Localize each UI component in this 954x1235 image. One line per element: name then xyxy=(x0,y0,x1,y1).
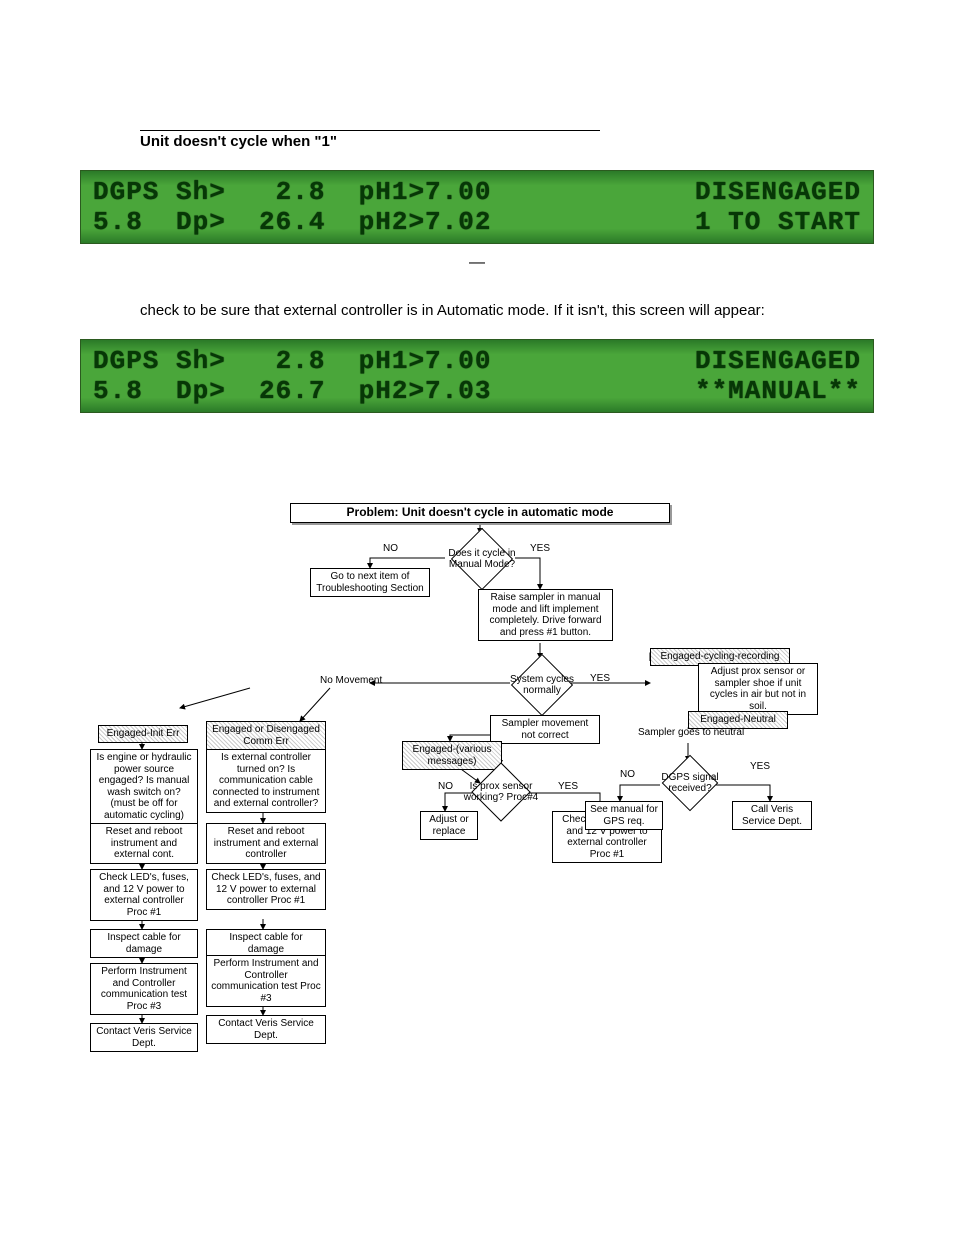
inspect-cable-2-box: Inspect cable for damage xyxy=(206,929,326,958)
lcd1-status2: 1 TO START xyxy=(695,207,861,237)
label-yes: YES xyxy=(530,543,550,555)
reset-reboot-ctrl-box: Reset and reboot instrument and external… xyxy=(206,823,326,864)
call-veris-box: Call Veris Service Dept. xyxy=(732,801,812,830)
label-no-prox: NO xyxy=(438,781,453,793)
lcd2-status1: DISENGAGED xyxy=(695,346,861,376)
lcd1-line2: 5.8 Dp> 26.4 pH2>7.02 xyxy=(93,207,491,237)
perform-test-2-box: Perform Instrument and Controller commun… xyxy=(206,955,326,1007)
engaged-comm-box: Engaged or Disengaged Comm Err xyxy=(206,721,326,750)
decision-dgps: DGPS signal received? xyxy=(662,755,719,812)
lcd-screen-1: DGPS Sh> 2.8 pH1>7.00 5.8 Dp> 26.4 pH2>7… xyxy=(80,170,874,244)
inspect-cable-1-box: Inspect cable for damage xyxy=(90,929,198,958)
title-rule: Unit doesn't cycle when "1" xyxy=(140,130,600,150)
engaged-neutral-box: Engaged-Neutral xyxy=(688,711,788,729)
adjust-prox-air-box: Adjust prox sensor or sampler shoe if un… xyxy=(698,663,818,715)
is-engine-box: Is engine or hydraulic power source enga… xyxy=(90,749,198,824)
label-yes-prox: YES xyxy=(558,781,578,793)
see-manual-box: See manual for GPS req. xyxy=(585,801,663,830)
decision-prox-sensor: Is prox sensor working? Proc#4 xyxy=(471,762,530,821)
reset-reboot-ext-box: Reset and reboot instrument and external… xyxy=(90,823,198,864)
dash-separator: — xyxy=(80,254,874,272)
lcd2-line1: DGPS Sh> 2.8 pH1>7.00 xyxy=(93,346,491,376)
check-led-1-box: Check LED's, fuses, and 12 V power to ex… xyxy=(90,869,198,921)
label-no-movement: No Movement xyxy=(320,675,382,687)
check-led-2-box: Check LED's, fuses, and 12 V power to ex… xyxy=(206,869,326,910)
sampler-not-correct-box: Sampler movement not correct xyxy=(490,715,600,744)
contact-veris-2-box: Contact Veris Service Dept. xyxy=(206,1015,326,1044)
section-title: Unit doesn't cycle when "1" xyxy=(140,131,600,150)
label-yes-2: YES xyxy=(590,673,610,685)
label-no-dgps: NO xyxy=(620,769,635,781)
lcd2-status2: **MANUAL** xyxy=(695,376,861,406)
lcd-screen-2: DGPS Sh> 2.8 pH1>7.00 5.8 Dp> 26.7 pH2>7… xyxy=(80,339,874,413)
raise-sampler-box: Raise sampler in manual mode and lift im… xyxy=(478,589,613,641)
sampler-neutral-label: Sampler goes to neutral xyxy=(638,727,778,739)
lcd2-line2: 5.8 Dp> 26.7 pH2>7.03 xyxy=(93,376,491,406)
engaged-init-box: Engaged-Init Err xyxy=(98,725,188,743)
label-no: NO xyxy=(383,543,398,555)
lcd1-status1: DISENGAGED xyxy=(695,177,861,207)
goto-next-box: Go to next item of Troubleshooting Secti… xyxy=(310,568,430,597)
body-text: check to be sure that external controlle… xyxy=(140,302,874,319)
flowchart: Problem: Unit doesn't cycle in automatic… xyxy=(80,503,880,1083)
contact-veris-1-box: Contact Veris Service Dept. xyxy=(90,1023,198,1052)
decision-system-cycles: System cycles normally xyxy=(511,654,573,716)
lcd1-line1: DGPS Sh> 2.8 pH1>7.00 xyxy=(93,177,491,207)
perform-test-1-box: Perform Instrument and Controller commun… xyxy=(90,963,198,1015)
decision-cycle-manual: Does it cycle in Manual Mode? xyxy=(451,528,513,590)
adjust-replace-box: Adjust or replace xyxy=(420,811,478,840)
is-ext-ctrl-box: Is external controller turned on? Is com… xyxy=(206,749,326,813)
label-yes-dgps: YES xyxy=(750,761,770,773)
